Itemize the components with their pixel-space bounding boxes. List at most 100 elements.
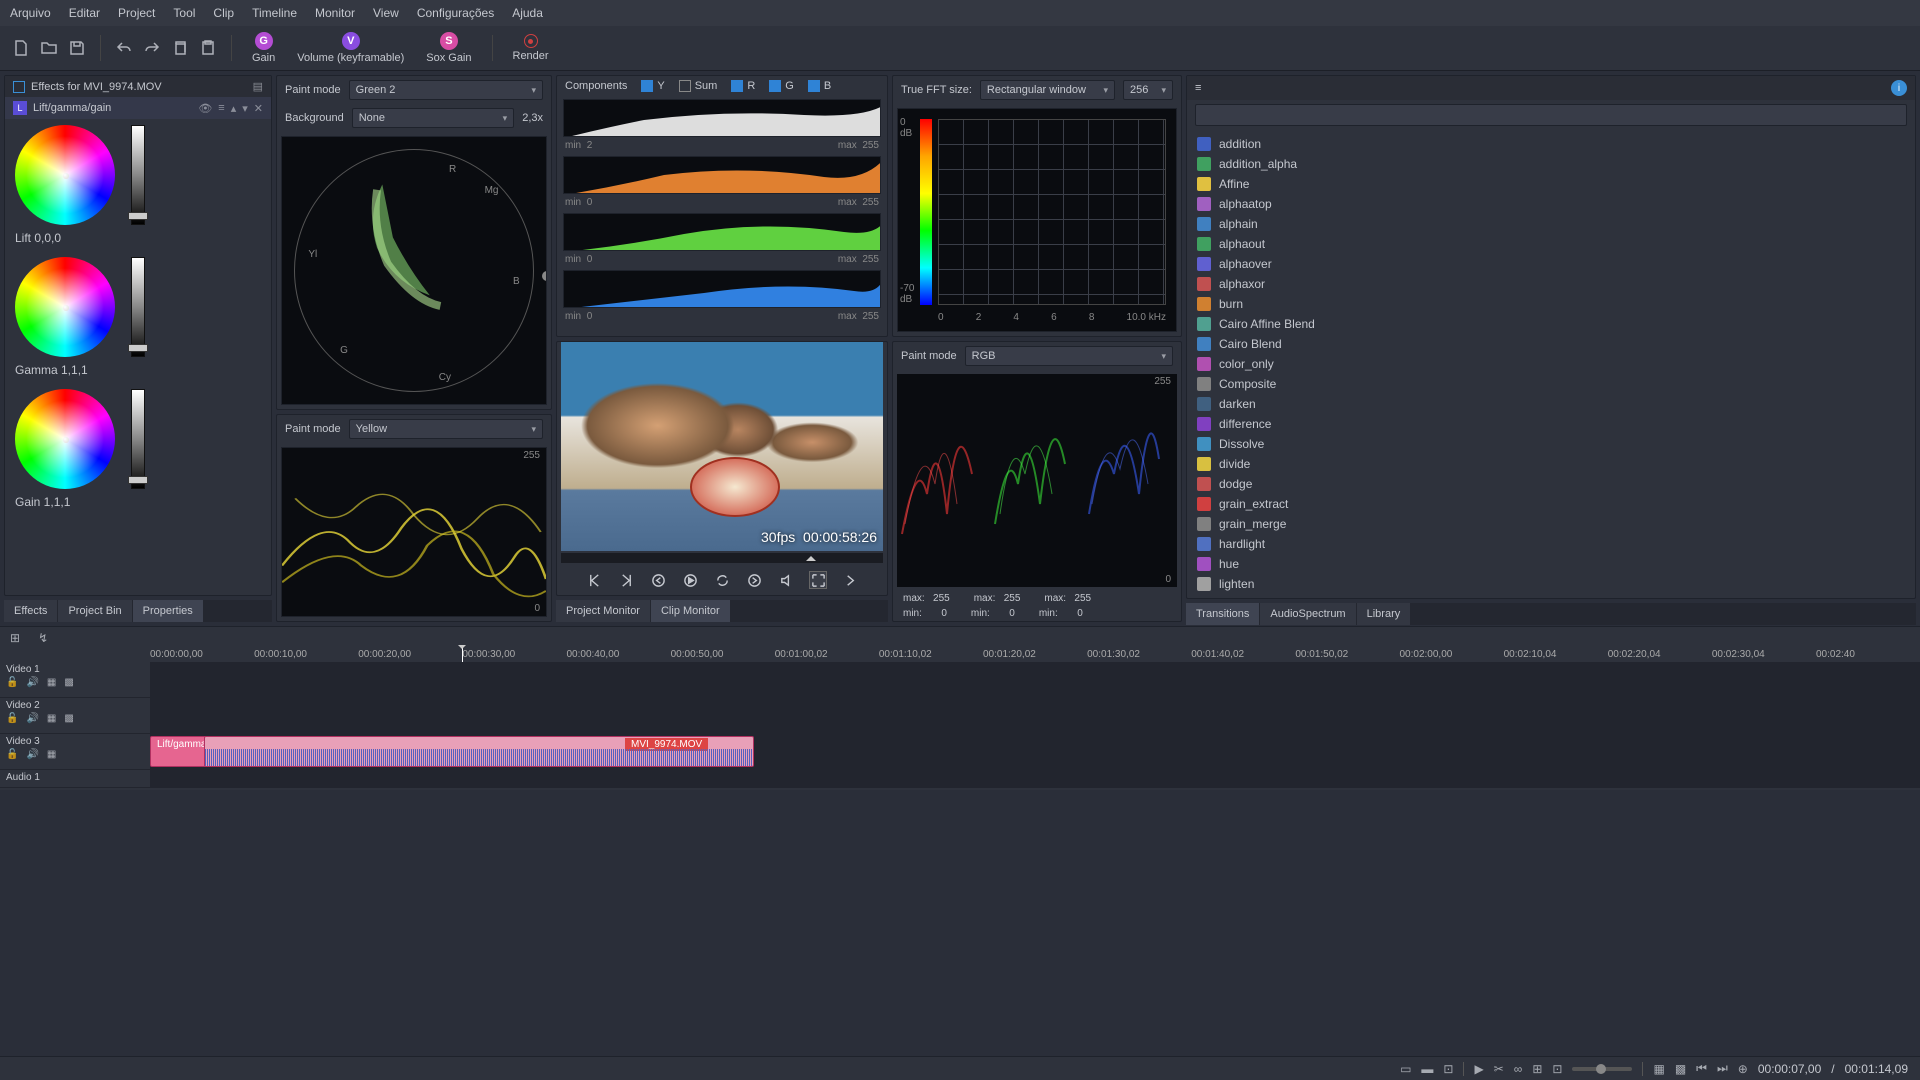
sb-icon[interactable]: ⊡ [1552, 1062, 1562, 1076]
sb-link-icon[interactable]: ∞ [1514, 1062, 1523, 1076]
open-folder-icon[interactable] [38, 37, 60, 59]
transitions-search[interactable] [1195, 104, 1907, 126]
transition-item[interactable]: darken [1187, 394, 1915, 414]
transition-item[interactable]: Composite [1187, 374, 1915, 394]
panel-menu-icon[interactable]: ▤ [253, 80, 263, 93]
transition-item[interactable]: grain_merge [1187, 514, 1915, 534]
menu-tool[interactable]: Tool [173, 6, 195, 20]
effect-down-icon[interactable]: ▾ [242, 102, 248, 115]
vectorscope[interactable]: R Mg B Cy G Yl [281, 136, 547, 405]
transition-item[interactable]: alphaout [1187, 234, 1915, 254]
tab-effects[interactable]: Effects [4, 600, 57, 622]
timeline-playhead[interactable] [462, 647, 463, 662]
mute-icon[interactable]: 🔊 [26, 713, 38, 724]
transition-item[interactable]: Dissolve [1187, 434, 1915, 454]
tab-audiospectrum[interactable]: AudioSpectrum [1260, 603, 1355, 625]
thumb-icon[interactable]: ▦ [47, 713, 56, 724]
rgb-parade-scope[interactable]: 255 0 [897, 374, 1177, 587]
chk-g[interactable]: G [769, 80, 794, 92]
thumb2-icon[interactable]: ▩ [64, 677, 73, 688]
transition-item[interactable]: color_only [1187, 354, 1915, 374]
sox-gain-button[interactable]: S Sox Gain [418, 32, 479, 64]
thumb2-icon[interactable]: ▩ [64, 713, 73, 724]
transition-item[interactable]: difference [1187, 414, 1915, 434]
go-start-icon[interactable] [585, 571, 603, 589]
transition-item[interactable]: alphain [1187, 214, 1915, 234]
timeline-tool-icon[interactable]: ↯ [38, 631, 48, 645]
transition-item[interactable]: hardlight [1187, 534, 1915, 554]
transition-item[interactable]: alphaatop [1187, 194, 1915, 214]
lock-icon[interactable]: 🔓 [6, 749, 18, 760]
vs-bg-select[interactable]: None [352, 108, 514, 128]
mute-icon[interactable]: 🔊 [26, 749, 38, 760]
sb-icon[interactable]: ▩ [1675, 1062, 1686, 1076]
gain-slider[interactable] [131, 389, 145, 489]
transition-item[interactable]: Cairo Affine Blend [1187, 314, 1915, 334]
info-icon[interactable]: i [1891, 80, 1907, 96]
volume-button[interactable]: V Volume (keyframable) [289, 32, 412, 64]
fft-size-select[interactable]: 256 [1123, 80, 1173, 100]
gain-button[interactable]: G Gain [244, 32, 283, 64]
forward-icon[interactable] [745, 571, 763, 589]
panel-list-icon[interactable]: ≡ [1195, 82, 1201, 94]
clip-video[interactable]: MVI_9974.MOV [204, 736, 754, 767]
chk-y[interactable]: Y [641, 80, 664, 92]
waveform-scope[interactable]: 255 0 [281, 447, 547, 617]
sb-prev-icon[interactable]: ⏮ [1696, 1061, 1707, 1076]
fullscreen-icon[interactable] [809, 571, 827, 589]
lift-slider[interactable] [131, 125, 145, 225]
thumb-icon[interactable]: ▦ [47, 749, 56, 760]
wf-paintmode-select[interactable]: Yellow [349, 419, 543, 439]
video-preview[interactable]: 30fps 00:00:58:26 [561, 342, 883, 551]
track-body[interactable] [150, 662, 1920, 697]
thumb-icon[interactable]: ▦ [47, 677, 56, 688]
chk-r[interactable]: R [731, 80, 755, 92]
menu-timeline[interactable]: Timeline [252, 6, 297, 20]
gamma-slider[interactable] [131, 257, 145, 357]
sb-icon[interactable]: ▦ [1653, 1062, 1664, 1076]
sb-icon[interactable]: ▭ [1400, 1062, 1411, 1076]
gain-wheel[interactable] [15, 389, 115, 489]
transition-item[interactable]: dodge [1187, 474, 1915, 494]
undo-icon[interactable] [113, 37, 135, 59]
tab-project-bin[interactable]: Project Bin [58, 600, 131, 622]
transition-item[interactable]: addition_alpha [1187, 154, 1915, 174]
transition-item[interactable]: alphaover [1187, 254, 1915, 274]
track-body[interactable] [150, 770, 1920, 787]
next-icon[interactable] [841, 571, 859, 589]
transition-item[interactable]: addition [1187, 134, 1915, 154]
timeline-tool-icon[interactable]: ⊞ [10, 631, 20, 645]
transition-item[interactable]: lighten [1187, 574, 1915, 594]
menu-editar[interactable]: Editar [69, 6, 100, 20]
fft-window-select[interactable]: Rectangular window [980, 80, 1115, 100]
menu-clip[interactable]: Clip [213, 6, 234, 20]
redo-icon[interactable] [141, 37, 163, 59]
tab-library[interactable]: Library [1357, 603, 1411, 625]
go-end-icon[interactable] [617, 571, 635, 589]
timeline-ruler[interactable]: 00:00:00,0000:00:10,0000:00:20,0000:00:3… [0, 647, 1920, 662]
transition-item[interactable]: Affine [1187, 174, 1915, 194]
lock-icon[interactable]: 🔓 [6, 713, 18, 724]
lift-wheel[interactable] [15, 125, 115, 225]
copy-icon[interactable] [169, 37, 191, 59]
transitions-list[interactable]: additionaddition_alphaAffinealphaatopalp… [1187, 130, 1915, 598]
transition-item[interactable]: divide [1187, 454, 1915, 474]
sb-next-icon[interactable]: ⏭ [1717, 1061, 1728, 1076]
sb-icon[interactable]: ⊞ [1532, 1062, 1542, 1076]
tab-transitions[interactable]: Transitions [1186, 603, 1259, 625]
sb-play-icon[interactable]: ▶ [1474, 1062, 1483, 1076]
lock-icon[interactable]: 🔓 [6, 677, 18, 688]
gamma-wheel[interactable] [15, 257, 115, 357]
effect-visible-icon[interactable]: 👁 [198, 102, 212, 115]
volume-icon[interactable] [777, 571, 795, 589]
transition-item[interactable]: alphaxor [1187, 274, 1915, 294]
new-file-icon[interactable] [10, 37, 32, 59]
sb-icon[interactable]: ⊕ [1738, 1062, 1748, 1076]
rewind-icon[interactable] [649, 571, 667, 589]
effect-up-icon[interactable]: ▴ [231, 102, 237, 115]
sb-icon[interactable]: ▬ [1421, 1062, 1433, 1076]
chk-b[interactable]: B [808, 80, 831, 92]
menu-project[interactable]: Project [118, 6, 155, 20]
parade-paintmode-select[interactable]: RGB [965, 346, 1173, 366]
mute-icon[interactable]: 🔊 [26, 677, 38, 688]
